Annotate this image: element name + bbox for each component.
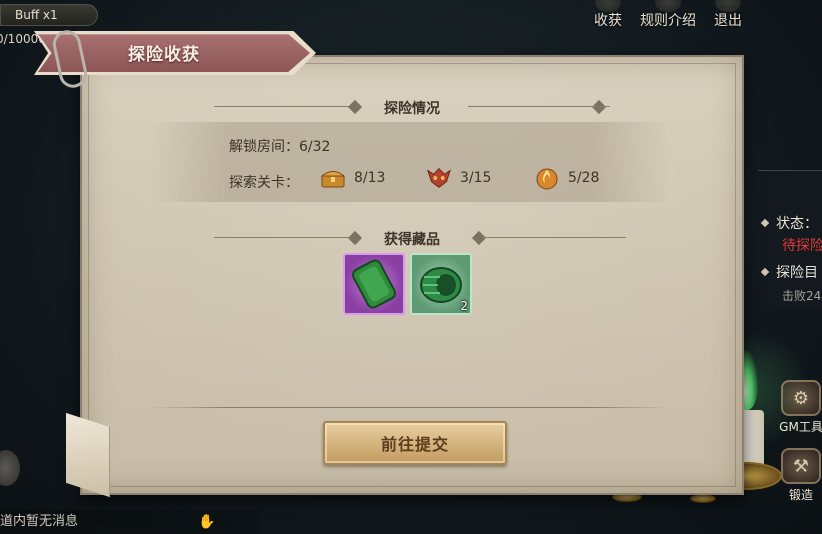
divider-line: [214, 237, 356, 238]
status-row: 状态：: [760, 213, 818, 233]
demon-skull-icon: [426, 166, 452, 190]
paper-curl: [66, 412, 110, 498]
unlocked-label: 解锁房间：: [229, 139, 299, 155]
rules-icon: [655, 0, 681, 12]
go-submit-button[interactable]: 前往提交: [323, 421, 507, 465]
goal-label: 探险目: [776, 265, 818, 281]
stat-treasure-value: 8/13: [354, 170, 386, 186]
stat-demon: 3/15: [426, 166, 491, 190]
harvest-icon: [595, 0, 621, 12]
hand-icon[interactable]: ✋: [198, 510, 215, 534]
buff-label: Buff x1: [15, 8, 58, 22]
chat-placeholder: 道内暂无消息: [0, 514, 79, 529]
explore-label: 探索关卡：: [229, 175, 299, 191]
forge-button[interactable]: ⚒ 锻造: [778, 448, 822, 503]
stat-treasure: 8/13: [320, 166, 385, 190]
goal-row: 探险目: [760, 262, 818, 282]
exit-button[interactable]: 退出: [714, 0, 742, 34]
fire-emblem-icon: [534, 166, 560, 190]
ornament-icon: [347, 99, 363, 115]
chat-bar[interactable]: 道内暂无消息 ✋: [0, 510, 260, 534]
stat-fire: 5/28: [534, 166, 599, 190]
coin-icon: [690, 494, 716, 503]
divider-line: [468, 106, 610, 107]
jade-tablet-icon: [352, 259, 396, 309]
voice-icon[interactable]: [0, 450, 20, 486]
go-submit-label: 前往提交: [380, 435, 449, 454]
top-menu: 收获 规则介绍 退出: [594, 0, 742, 34]
anvil-icon: ⚒: [781, 448, 821, 484]
item-slot-jade-ring[interactable]: 2: [410, 253, 472, 315]
section-header-items: 获得藏品: [84, 229, 740, 248]
unlocked-rooms-row: 解锁房间：6/32: [229, 136, 330, 156]
goal-detail: 击败24: [782, 289, 822, 303]
section-title-items: 获得藏品: [384, 232, 440, 248]
bullet-icon: [760, 218, 770, 228]
bullet-icon: [760, 267, 770, 277]
divider-line: [150, 407, 670, 408]
ornament-icon: [347, 230, 363, 246]
status-value: 待探险: [782, 238, 822, 254]
buff-badge[interactable]: Buff x1: [0, 4, 98, 26]
item-slot-jade-tablet[interactable]: [343, 253, 405, 315]
ornament-icon: [591, 99, 607, 115]
divider-line: [214, 106, 356, 107]
unlocked-value: 6/32: [299, 139, 331, 155]
status-label: 状态：: [776, 216, 818, 232]
section-header-status: 探险情况: [84, 98, 740, 117]
rules-button[interactable]: 规则介绍: [640, 0, 696, 34]
treasure-chest-icon: [320, 166, 346, 190]
harvest-button[interactable]: 收获: [594, 0, 622, 34]
section-title-status: 探险情况: [384, 101, 440, 117]
item-count: 2: [460, 299, 468, 313]
expedition-status-panel: 状态： 待探险 探险目 击败24: [758, 170, 822, 308]
stat-demon-value: 3/15: [460, 170, 492, 186]
ornament-icon: [471, 230, 487, 246]
harvest-label: 收获: [594, 13, 622, 29]
exit-icon: [715, 0, 741, 12]
forge-label: 锻造: [788, 488, 813, 502]
info-band: [150, 122, 670, 202]
dialog-title: 探险收获: [128, 45, 200, 65]
exit-label: 退出: [714, 13, 742, 29]
divider-line: [484, 237, 626, 238]
rules-label: 规则介绍: [640, 13, 696, 29]
stat-fire-value: 5/28: [568, 170, 600, 186]
